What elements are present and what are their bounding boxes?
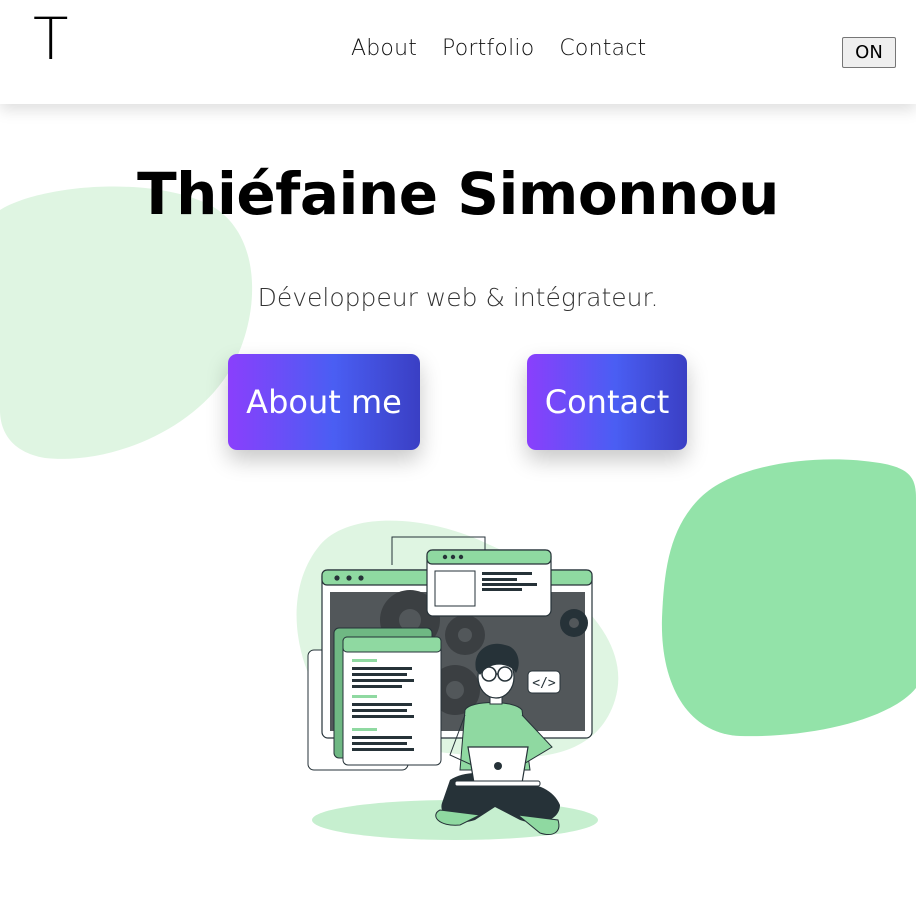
nav-contact-link[interactable]: Contact bbox=[559, 36, 646, 61]
blob-green-right bbox=[661, 459, 916, 737]
logo[interactable]: T bbox=[33, 4, 68, 74]
page-title: Thiéfaine Simonnou bbox=[137, 160, 779, 228]
main-nav: About Portfolio Contact bbox=[351, 36, 646, 61]
code-tag-label: </> bbox=[532, 676, 556, 691]
page-subtitle: Développeur web & intégrateur. bbox=[257, 283, 659, 312]
nav-about-link[interactable]: About bbox=[351, 36, 417, 61]
contact-button[interactable]: Contact bbox=[527, 354, 687, 450]
site-header: T About Portfolio Contact ON bbox=[0, 0, 916, 104]
about-me-button[interactable]: About me bbox=[228, 354, 420, 450]
theme-toggle-button[interactable]: ON bbox=[842, 37, 896, 68]
developer-illustration: </> bbox=[296, 520, 619, 840]
nav-portfolio-link[interactable]: Portfolio bbox=[442, 36, 534, 61]
